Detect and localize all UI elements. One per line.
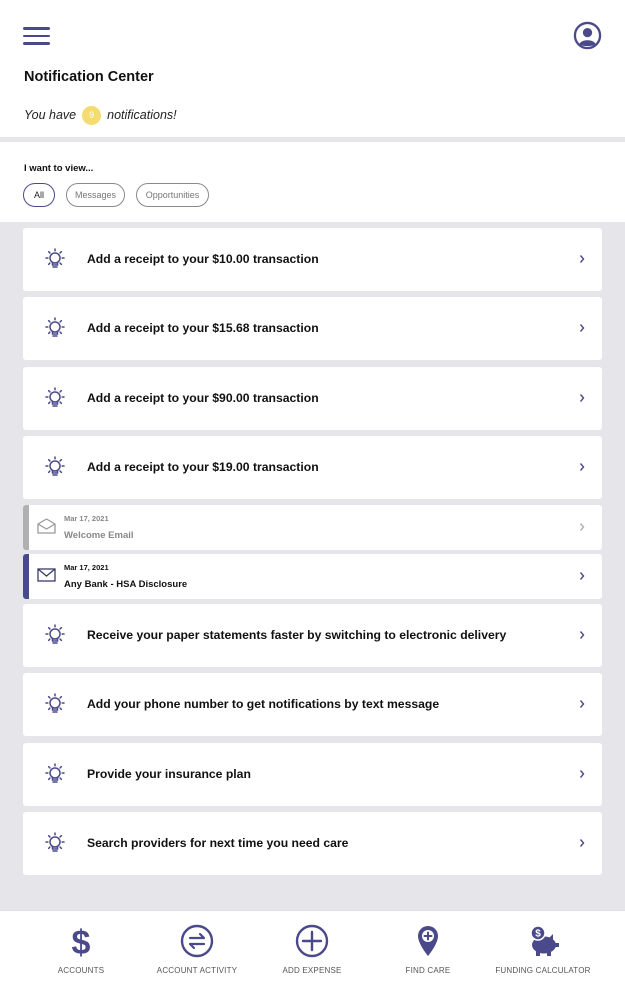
- lightbulb-icon: [45, 387, 65, 407]
- nav-label: ADD EXPENSE: [282, 966, 342, 975]
- svg-text:$: $: [72, 924, 91, 958]
- nav-add-expense[interactable]: ADD EXPENSE: [252, 911, 372, 1000]
- map-pin-plus-icon: [418, 926, 438, 956]
- svg-text:$: $: [535, 929, 541, 940]
- message-date: Mar 17, 2021: [64, 563, 109, 572]
- notification-text: Provide your insurance plan: [87, 767, 251, 781]
- filter-label: I want to view...: [24, 163, 94, 174]
- notification-card[interactable]: Add your phone number to get notificatio…: [23, 673, 602, 736]
- notification-text: Add your phone number to get notificatio…: [87, 697, 440, 711]
- notification-card[interactable]: Add a receipt to your $15.68 transaction: [23, 297, 602, 360]
- piggy-bank-icon: $: [530, 925, 559, 956]
- nav-accounts[interactable]: $ ACCOUNTS: [21, 911, 141, 1000]
- chevron-right-icon: [579, 394, 585, 402]
- lightbulb-icon: [45, 317, 65, 337]
- nav-label: ACCOUNT ACTIVITY: [156, 966, 238, 975]
- chevron-right-icon: [579, 839, 585, 847]
- notification-card[interactable]: Add a receipt to your $19.00 transaction: [23, 436, 602, 499]
- filter-chip-all[interactable]: All: [23, 183, 55, 207]
- message-card-unread[interactable]: Mar 17, 2021 Any Bank - HSA Disclosure: [23, 554, 602, 599]
- message-subject: Welcome Email: [64, 530, 134, 541]
- lightbulb-icon: [45, 248, 65, 268]
- envelope-open-icon: [37, 518, 56, 534]
- lightbulb-icon: [45, 763, 65, 783]
- notification-text: Search providers for next time you need …: [87, 836, 349, 850]
- app-header: Notification Center You have 9 notificat…: [0, 0, 625, 137]
- notification-card[interactable]: Search providers for next time you need …: [23, 812, 602, 875]
- hamburger-menu-icon[interactable]: [23, 27, 50, 45]
- notification-card[interactable]: Add a receipt to your $90.00 transaction: [23, 367, 602, 430]
- lightbulb-icon: [45, 832, 65, 852]
- chevron-right-icon: [579, 255, 585, 263]
- notification-count-line: You have 9 notifications!: [24, 104, 177, 126]
- nav-label: FIND CARE: [405, 966, 451, 975]
- dollar-icon: $: [72, 924, 91, 958]
- transfer-arrows-icon: [180, 924, 214, 958]
- notification-card[interactable]: Provide your insurance plan: [23, 743, 602, 806]
- filter-chip-messages[interactable]: Messages: [66, 183, 125, 207]
- chevron-right-icon: [579, 700, 585, 708]
- lightbulb-icon: [45, 456, 65, 476]
- chevron-right-icon: [579, 523, 585, 531]
- notification-text: Add a receipt to your $19.00 transaction: [87, 460, 319, 474]
- page-title: Notification Center: [24, 69, 154, 85]
- count-prefix: You have: [24, 108, 77, 122]
- read-indicator-bar: [23, 505, 29, 550]
- notification-text: Receive your paper statements faster by …: [87, 628, 507, 642]
- nav-funding-calculator[interactable]: $ FUNDING CALCULATOR: [483, 911, 603, 1000]
- profile-avatar-icon[interactable]: [573, 21, 602, 50]
- lightbulb-icon: [45, 693, 65, 713]
- nav-account-activity[interactable]: ACCOUNT ACTIVITY: [137, 911, 257, 1000]
- message-subject: Any Bank - HSA Disclosure: [64, 579, 188, 590]
- notification-card[interactable]: Add a receipt to your $10.00 transaction: [23, 228, 602, 291]
- chevron-right-icon: [579, 324, 585, 332]
- chevron-right-icon: [579, 631, 585, 639]
- lightbulb-icon: [45, 624, 65, 644]
- notification-card[interactable]: Receive your paper statements faster by …: [23, 604, 602, 667]
- nav-label: FUNDING CALCULATOR: [495, 966, 591, 975]
- message-date: Mar 17, 2021: [64, 514, 109, 523]
- nav-label: ACCOUNTS: [57, 966, 105, 975]
- chevron-right-icon: [579, 770, 585, 778]
- unread-indicator-bar: [23, 554, 29, 599]
- envelope-icon: [37, 568, 56, 582]
- chevron-right-icon: [579, 463, 585, 471]
- chevron-right-icon: [579, 572, 585, 580]
- count-suffix: notifications!: [107, 108, 177, 122]
- bottom-navigation: $ ACCOUNTS ACCOUNT ACTIVITY ADD EXPENSE …: [0, 910, 625, 1000]
- notification-text: Add a receipt to your $15.68 transaction: [87, 321, 319, 335]
- notification-text: Add a receipt to your $90.00 transaction: [87, 391, 319, 405]
- plus-circle-icon: [295, 924, 329, 958]
- notification-text: Add a receipt to your $10.00 transaction: [87, 252, 319, 266]
- nav-find-care[interactable]: FIND CARE: [368, 911, 488, 1000]
- filter-chip-opportunities[interactable]: Opportunities: [136, 183, 209, 207]
- filter-section: I want to view... All Messages Opportuni…: [0, 142, 625, 222]
- notification-count-badge: 9: [82, 105, 102, 125]
- message-card-read[interactable]: Mar 17, 2021 Welcome Email: [23, 505, 602, 550]
